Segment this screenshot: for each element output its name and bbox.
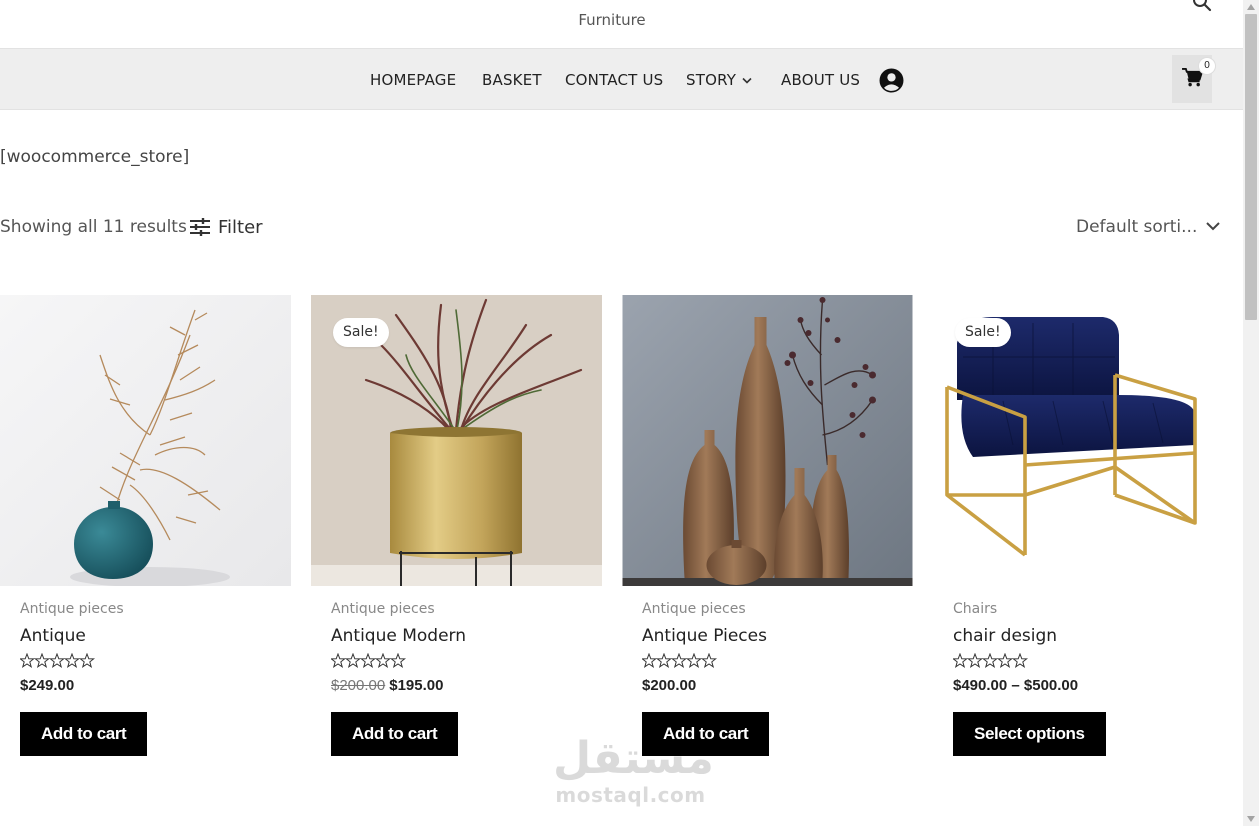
product-price: $200.00: [642, 677, 696, 694]
star-outline-icon: [331, 653, 407, 668]
product-category[interactable]: Chairs: [953, 601, 997, 617]
product-current-price: $490.00 – $500.00: [953, 677, 1079, 694]
product-category[interactable]: Antique pieces: [20, 601, 124, 617]
filter-button[interactable]: Filter: [190, 215, 263, 239]
sort-select[interactable]: Default sorti...: [1076, 217, 1224, 241]
main-navigation: HOMEPAGE BASKET CONTACT US STORY ABOUT U…: [0, 48, 1243, 110]
sale-badge: Sale!: [955, 318, 1011, 347]
product-title[interactable]: Antique Modern: [331, 626, 466, 646]
product-price: $249.00: [20, 677, 74, 694]
scroll-down-arrow-icon[interactable]: [1247, 816, 1255, 822]
nav-item-basket[interactable]: BASKET: [482, 71, 542, 89]
scroll-up-arrow-icon[interactable]: [1247, 4, 1255, 10]
product-title[interactable]: Antique Pieces: [642, 626, 767, 646]
product-old-price: $200.00: [331, 677, 386, 694]
vertical-scrollbar[interactable]: [1243, 0, 1259, 826]
product-current-price: $249.00: [20, 677, 75, 694]
cart-count-badge: 0: [1198, 57, 1216, 75]
star-outline-icon: [953, 653, 1029, 668]
site-title[interactable]: Furniture: [0, 11, 1224, 29]
nav-item-about-us[interactable]: ABOUT US: [781, 71, 860, 89]
watermark-latin: mostaql.com: [555, 783, 706, 807]
filter-label: Filter: [218, 216, 263, 238]
account-circle-icon[interactable]: [879, 68, 904, 93]
scrollbar-thumb[interactable]: [1245, 14, 1257, 320]
select-options-button[interactable]: Select options: [953, 712, 1106, 756]
star-outline-icon: [20, 653, 96, 668]
star-outline-icon: [642, 653, 718, 668]
sale-badge: Sale!: [333, 318, 389, 347]
site-header: Furniture: [0, 0, 1243, 48]
product-image-vase-teal: [0, 295, 291, 586]
nav-item-homepage[interactable]: HOMEPAGE: [370, 71, 456, 89]
search-icon[interactable]: [1192, 0, 1212, 12]
nav-item-contact-us[interactable]: CONTACT US: [565, 71, 663, 89]
product-price: $200.00 $195.00: [331, 677, 443, 694]
product-image[interactable]: [622, 295, 913, 586]
add-to-cart-button[interactable]: Add to cart: [331, 712, 459, 756]
shortcode-text: [woocommerce_store]: [0, 147, 190, 167]
product-category[interactable]: Antique pieces: [331, 601, 435, 617]
nav-item-story-label: STORY: [686, 71, 737, 89]
sort-select-value: Default sorti...: [1076, 217, 1198, 237]
product-image-wooden-vases: [622, 295, 913, 586]
product-current-price: $195.00: [389, 677, 444, 694]
product-image[interactable]: [0, 295, 291, 586]
chevron-down-icon: [742, 77, 752, 84]
product-title[interactable]: Antique: [20, 626, 86, 646]
nav-item-story[interactable]: STORY: [686, 71, 752, 89]
filter-sliders-icon: [190, 218, 210, 236]
results-count: Showing all 11 results: [0, 217, 187, 237]
product-category[interactable]: Antique pieces: [642, 601, 746, 617]
add-to-cart-button[interactable]: Add to cart: [642, 712, 770, 756]
product-price: $490.00 – $500.00: [953, 677, 1078, 694]
product-current-price: $200.00: [642, 677, 697, 694]
add-to-cart-button[interactable]: Add to cart: [20, 712, 148, 756]
cart-button[interactable]: 0: [1172, 55, 1216, 103]
chevron-down-icon: [1206, 222, 1220, 231]
product-title[interactable]: chair design: [953, 626, 1057, 646]
